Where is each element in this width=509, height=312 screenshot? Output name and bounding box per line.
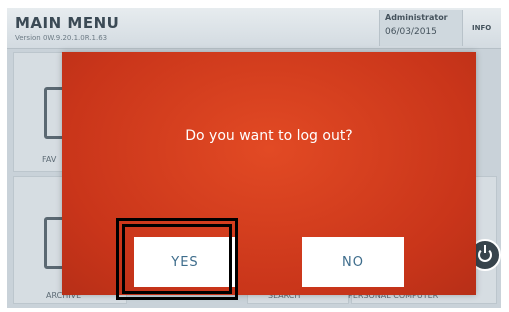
user-box[interactable]: Administrator 06/03/2015 (379, 10, 463, 46)
favorites-label: FAV (42, 155, 57, 164)
version-text: Version 0W.9.20.1.0R.1.63 (15, 34, 108, 42)
page-title: MAIN MENU (15, 14, 120, 32)
date-text: 06/03/2015 (385, 27, 437, 37)
dialog-question: Do you want to log out? (185, 128, 353, 144)
highlight-frame-inner (122, 224, 232, 294)
top-bar: MAIN MENU Version 0W.9.20.1.0R.1.63 Admi… (7, 8, 501, 49)
kiosk-screen: MAIN MENU Version 0W.9.20.1.0R.1.63 Admi… (7, 8, 501, 308)
info-button[interactable]: INFO (472, 24, 491, 32)
user-name: Administrator (385, 13, 448, 22)
power-icon-bar (484, 245, 486, 253)
no-button[interactable]: NO (302, 237, 404, 287)
